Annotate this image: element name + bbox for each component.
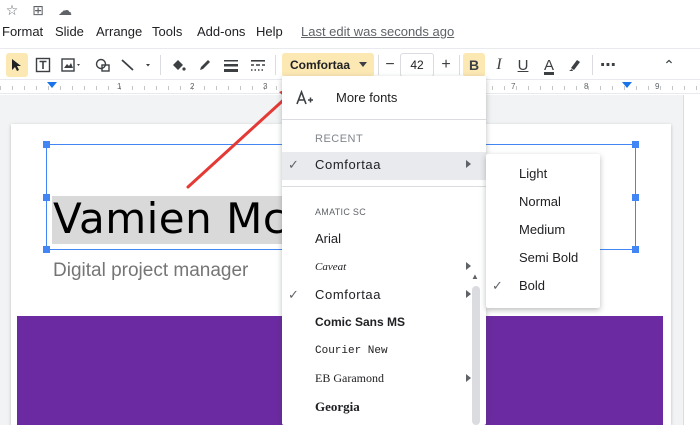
chevron-right-icon xyxy=(466,160,471,168)
font-item-arial[interactable]: Arial xyxy=(282,226,486,254)
weight-item-normal[interactable]: Normal xyxy=(486,188,600,216)
font-item-label: Comfortaa xyxy=(315,287,382,302)
font-weight-submenu: Light Normal Medium Semi Bold ✓ Bold xyxy=(486,154,600,308)
more-fonts-label: More fonts xyxy=(336,90,398,105)
font-item-label: Arial xyxy=(315,231,342,246)
font-item-label: Comic Sans MS xyxy=(315,315,406,329)
scroll-up-icon[interactable]: ▲ xyxy=(471,272,479,281)
checkmark-icon: ✓ xyxy=(288,157,299,172)
font-item-comic-sans-ms[interactable]: Comic Sans MS xyxy=(282,310,486,338)
checkmark-icon: ✓ xyxy=(288,287,299,302)
weight-item-semi-bold[interactable]: Semi Bold xyxy=(486,244,600,272)
font-list-scrollbar[interactable] xyxy=(472,286,480,425)
chevron-right-icon xyxy=(466,290,471,298)
font-item-caveat[interactable]: Caveat xyxy=(282,254,486,282)
font-item-amatic-sc[interactable]: AMATIC SC xyxy=(282,198,486,226)
font-item-label: Courier New xyxy=(315,345,388,357)
weight-item-medium[interactable]: Medium xyxy=(486,216,600,244)
recent-font-comfortaa[interactable]: ✓ Comfortaa xyxy=(282,152,486,180)
more-fonts-item[interactable]: More fonts xyxy=(282,82,486,114)
weight-item-bold[interactable]: ✓ Bold xyxy=(486,272,600,300)
weight-item-label: Bold xyxy=(519,278,546,293)
font-item-eb-garamond[interactable]: EB Garamond xyxy=(282,366,486,394)
checkmark-icon: ✓ xyxy=(492,278,503,293)
weight-item-label: Light xyxy=(519,166,548,181)
add-font-icon xyxy=(296,90,313,105)
weight-item-label: Medium xyxy=(519,222,566,237)
recent-fonts-heading: RECENT xyxy=(315,133,364,145)
font-item-label: AMATIC SC xyxy=(315,207,367,217)
weight-item-label: Semi Bold xyxy=(519,250,579,265)
font-item-label: EB Garamond xyxy=(315,371,384,385)
font-item-comfortaa[interactable]: ✓ Comfortaa xyxy=(282,282,486,310)
font-item-label: Georgia xyxy=(315,399,360,414)
weight-item-light[interactable]: Light xyxy=(486,160,600,188)
font-item-georgia[interactable]: Georgia xyxy=(282,394,486,422)
chevron-right-icon xyxy=(466,374,471,382)
chevron-right-icon xyxy=(466,262,471,270)
font-item-label: Comfortaa xyxy=(315,157,382,172)
font-item-label: Caveat xyxy=(315,261,347,273)
menu-divider xyxy=(282,119,486,120)
weight-item-label: Normal xyxy=(519,194,561,209)
font-dropdown-menu: More fonts RECENT ✓ Comfortaa AMATIC SC … xyxy=(282,76,486,425)
font-item-courier-new[interactable]: Courier New xyxy=(282,338,486,366)
menu-divider xyxy=(282,186,486,187)
